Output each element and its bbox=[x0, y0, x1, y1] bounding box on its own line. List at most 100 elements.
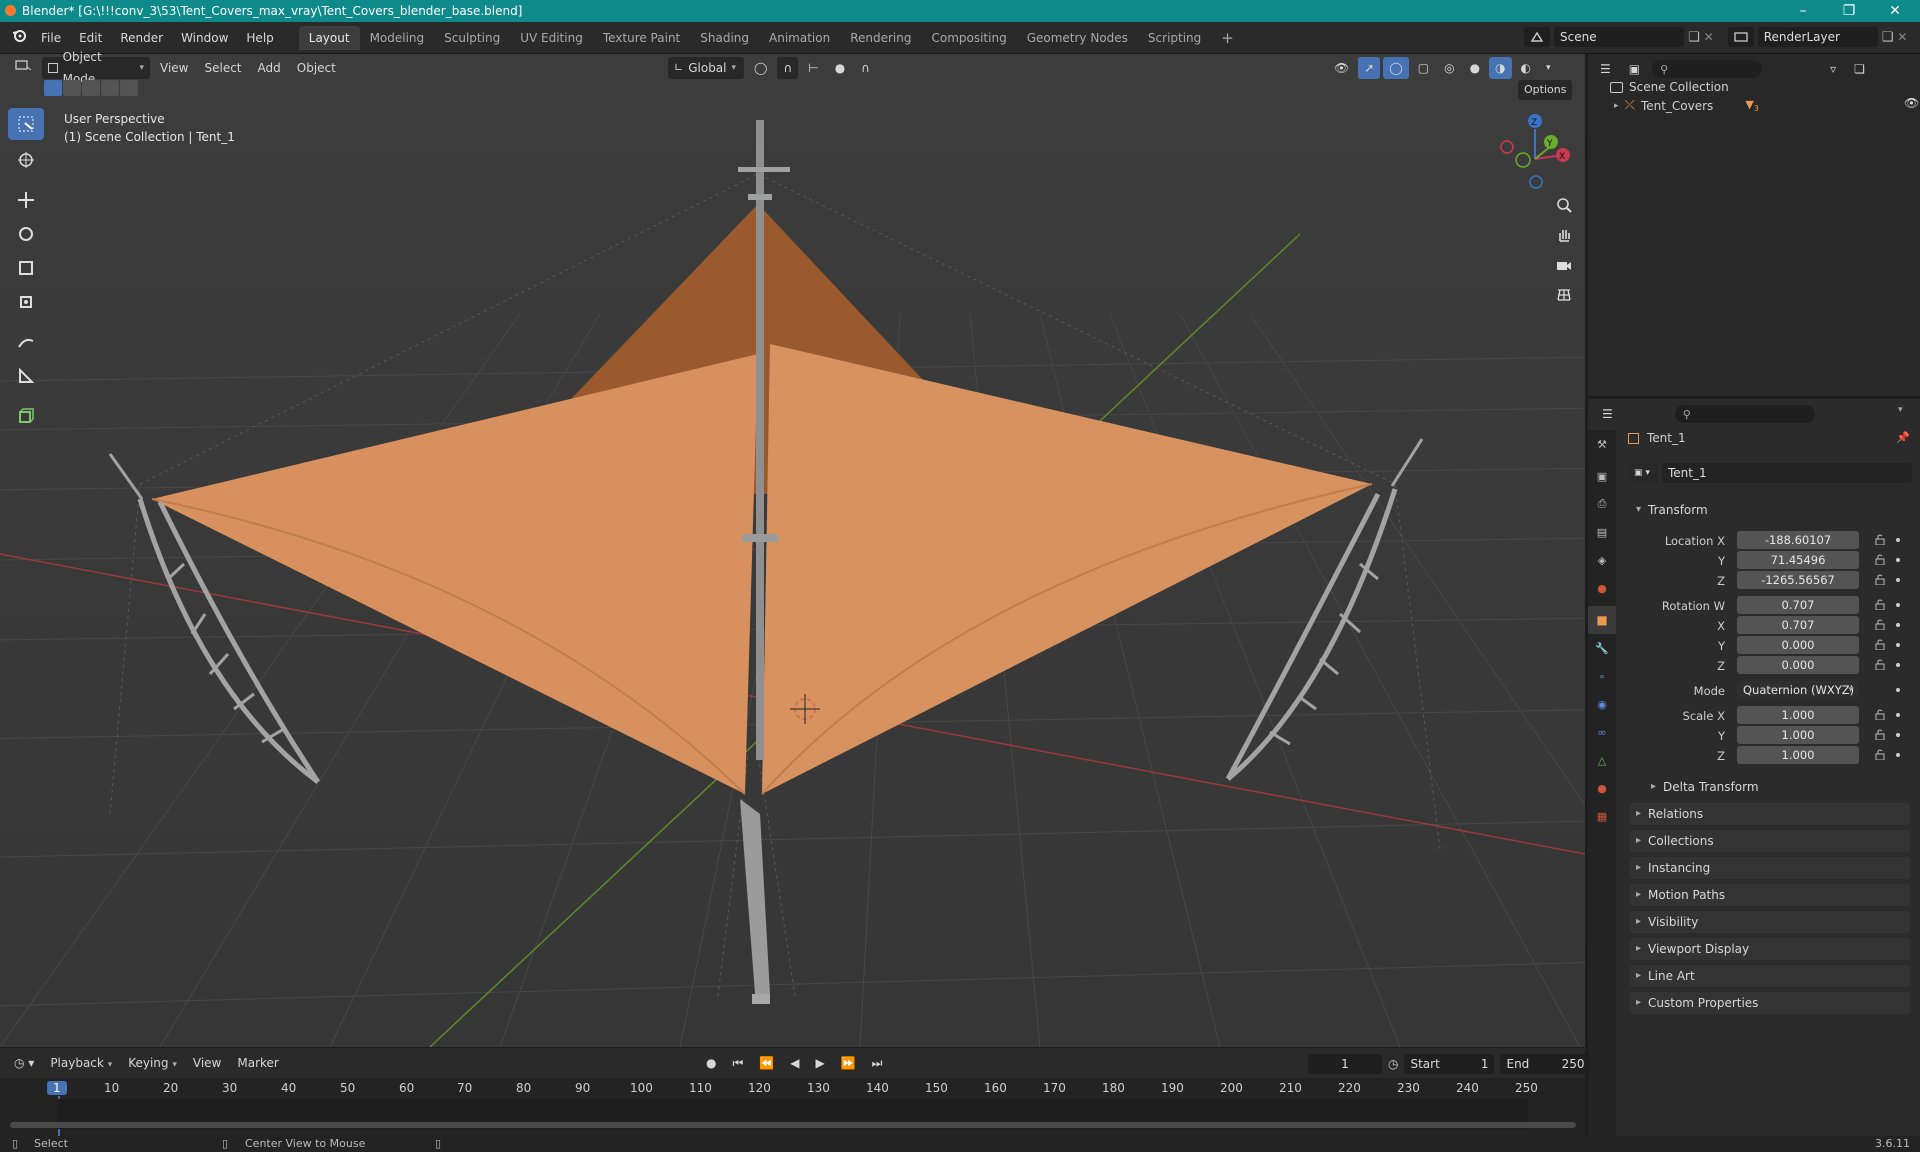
viewport-display-panel-header[interactable]: ▸ Viewport Display bbox=[1630, 938, 1910, 960]
view-layer-tab-icon[interactable]: ▤ bbox=[1588, 518, 1616, 546]
object-tab-icon[interactable]: ■ bbox=[1588, 606, 1616, 634]
lock-icon[interactable] bbox=[1875, 534, 1885, 548]
outliner-row-scene-collection[interactable]: Scene Collection bbox=[1610, 80, 1729, 94]
rotation-x-field[interactable]: 0.707 bbox=[1737, 616, 1859, 634]
orientation-selector[interactable]: ∟ Global ▾ bbox=[668, 57, 744, 79]
record-icon[interactable]: ● bbox=[700, 1052, 722, 1074]
snap-target-icon[interactable]: ⊢ bbox=[802, 57, 824, 79]
next-keyframe-icon[interactable]: ⏩ bbox=[835, 1052, 862, 1074]
physics-tab-icon[interactable]: ◉ bbox=[1588, 690, 1616, 718]
select-extend-icon[interactable] bbox=[63, 80, 81, 96]
tab-compositing[interactable]: Compositing bbox=[921, 26, 1016, 50]
lock-icon[interactable] bbox=[1875, 709, 1885, 723]
rotation-z-field[interactable]: 0.000 bbox=[1737, 656, 1859, 674]
outliner-search-field[interactable]: ⚲ bbox=[1652, 60, 1763, 78]
ortho-grid-icon[interactable] bbox=[1551, 282, 1577, 308]
material-tab-icon[interactable]: ● bbox=[1588, 774, 1616, 802]
timeline-editor-icon[interactable]: ◷ ▾ bbox=[8, 1052, 40, 1074]
tool-tab-icon[interactable]: ⚒ bbox=[1588, 430, 1616, 458]
texture-tab-icon[interactable]: ▦ bbox=[1588, 802, 1616, 830]
select-new-icon[interactable] bbox=[44, 80, 62, 96]
add-cube-tool-icon[interactable] bbox=[8, 400, 44, 432]
custom-properties-panel-header[interactable]: ▸ Custom Properties bbox=[1630, 992, 1910, 1014]
menu-marker[interactable]: Marker bbox=[231, 1052, 284, 1074]
lock-icon[interactable] bbox=[1875, 619, 1885, 633]
blender-menu-icon[interactable] bbox=[6, 26, 32, 50]
menu-view[interactable]: View bbox=[154, 57, 194, 79]
play-reverse-icon[interactable]: ◀ bbox=[784, 1052, 805, 1074]
pin-icon[interactable]: 📌 bbox=[1896, 431, 1910, 444]
scene-tab-icon[interactable]: ◈ bbox=[1588, 546, 1616, 574]
data-tab-icon[interactable]: △ bbox=[1588, 746, 1616, 774]
world-tab-icon[interactable]: ● bbox=[1588, 574, 1616, 602]
stopwatch-icon[interactable]: ◷ bbox=[1388, 1057, 1398, 1071]
menu-add[interactable]: Add bbox=[252, 57, 287, 79]
delete-scene-icon[interactable]: ✕ bbox=[1704, 30, 1714, 44]
play-icon[interactable]: ▶ bbox=[809, 1052, 830, 1074]
lock-icon[interactable] bbox=[1875, 599, 1885, 613]
new-scene-icon[interactable]: ❏ bbox=[1688, 30, 1700, 45]
visibility-icon[interactable]: 👁 bbox=[1328, 57, 1355, 79]
pivot-point-icon[interactable]: ◯ bbox=[748, 57, 773, 79]
jump-start-icon[interactable]: ⏮ bbox=[726, 1052, 749, 1074]
scale-z-field[interactable]: 1.000 bbox=[1737, 746, 1859, 764]
menu-object[interactable]: Object bbox=[291, 57, 342, 79]
solid-shading-icon[interactable]: ● bbox=[1464, 57, 1486, 79]
maximize-button[interactable]: ❐ bbox=[1826, 0, 1872, 22]
keyframe-dot-icon[interactable] bbox=[1896, 753, 1900, 757]
tab-sculpting[interactable]: Sculpting bbox=[434, 26, 510, 50]
rotation-mode-dropdown[interactable]: Quaternion (WXYZ) ▾ bbox=[1737, 681, 1859, 699]
filter-icon[interactable]: ▿ bbox=[1824, 58, 1842, 80]
end-frame-field[interactable]: End 250 bbox=[1500, 1054, 1591, 1074]
menu-keying[interactable]: Keying ▾ bbox=[122, 1052, 183, 1074]
select-intersect-icon[interactable] bbox=[120, 80, 138, 96]
keyframe-dot-icon[interactable] bbox=[1896, 733, 1900, 737]
transform-tool-icon[interactable] bbox=[8, 286, 44, 318]
tab-rendering[interactable]: Rendering bbox=[840, 26, 921, 50]
menu-playback[interactable]: Playback ▾ bbox=[44, 1052, 118, 1074]
falloff-icon[interactable]: ∩ bbox=[855, 57, 876, 79]
tab-layout[interactable]: Layout bbox=[298, 26, 360, 50]
visibility-eye-icon[interactable]: 👁 bbox=[1904, 96, 1919, 110]
new-view-layer-icon[interactable]: ❏ bbox=[1882, 30, 1894, 45]
prev-keyframe-icon[interactable]: ⏪ bbox=[753, 1052, 780, 1074]
instancing-panel-header[interactable]: ▸ Instancing bbox=[1630, 857, 1910, 879]
lock-icon[interactable] bbox=[1875, 659, 1885, 673]
render-tab-icon[interactable]: ▣ bbox=[1588, 462, 1616, 490]
delete-view-layer-icon[interactable]: ✕ bbox=[1897, 30, 1907, 44]
properties-search-field[interactable]: ⚲ bbox=[1674, 405, 1815, 423]
expand-arrow-icon[interactable]: ▸ bbox=[1614, 101, 1619, 111]
gizmo-toggle-icon[interactable]: ➚ bbox=[1358, 57, 1381, 79]
rotation-y-field[interactable]: 0.000 bbox=[1737, 636, 1859, 654]
snap-icon[interactable]: ∩ bbox=[777, 57, 799, 79]
scale-tool-icon[interactable] bbox=[8, 252, 44, 284]
shading-options-chevron-icon[interactable]: ▾ bbox=[1540, 57, 1557, 79]
keyframe-dot-icon[interactable] bbox=[1896, 603, 1900, 607]
menu-select[interactable]: Select bbox=[198, 57, 247, 79]
lock-icon[interactable] bbox=[1875, 729, 1885, 743]
scene-icon[interactable] bbox=[1524, 27, 1550, 47]
camera-view-icon[interactable] bbox=[1551, 252, 1577, 278]
mode-selector[interactable]: Object Mode ▾ bbox=[42, 50, 150, 86]
menu-help[interactable]: Help bbox=[237, 26, 282, 50]
motion-paths-panel-header[interactable]: ▸ Motion Paths bbox=[1630, 884, 1910, 906]
xray-icon[interactable]: ▢ bbox=[1412, 57, 1435, 79]
keyframe-dot-icon[interactable] bbox=[1896, 558, 1900, 562]
tab-geometry-nodes[interactable]: Geometry Nodes bbox=[1017, 26, 1138, 50]
overlay-toggle-icon[interactable]: ◯ bbox=[1383, 57, 1409, 79]
object-name-field[interactable]: Tent_1 bbox=[1662, 463, 1912, 483]
zoom-icon[interactable] bbox=[1551, 192, 1577, 218]
properties-editor-icon[interactable]: ☰ bbox=[1596, 403, 1619, 425]
menu-window[interactable]: Window bbox=[172, 26, 237, 50]
start-frame-field[interactable]: Start 1 bbox=[1404, 1054, 1495, 1074]
lock-icon[interactable] bbox=[1875, 554, 1885, 568]
rotate-tool-icon[interactable] bbox=[8, 218, 44, 250]
delta-transform-header[interactable]: ▸ Delta Transform bbox=[1645, 776, 1907, 798]
object-type-selector[interactable]: ▣ ▾ bbox=[1628, 463, 1658, 483]
transform-panel-header[interactable]: ▾ Transform bbox=[1630, 499, 1910, 521]
current-frame-field[interactable]: 1 bbox=[1308, 1054, 1382, 1074]
tab-animation[interactable]: Animation bbox=[759, 26, 840, 50]
close-button[interactable]: ✕ bbox=[1872, 0, 1918, 22]
tab-modeling[interactable]: Modeling bbox=[360, 26, 435, 50]
proportional-edit-icon[interactable]: ● bbox=[829, 57, 851, 79]
